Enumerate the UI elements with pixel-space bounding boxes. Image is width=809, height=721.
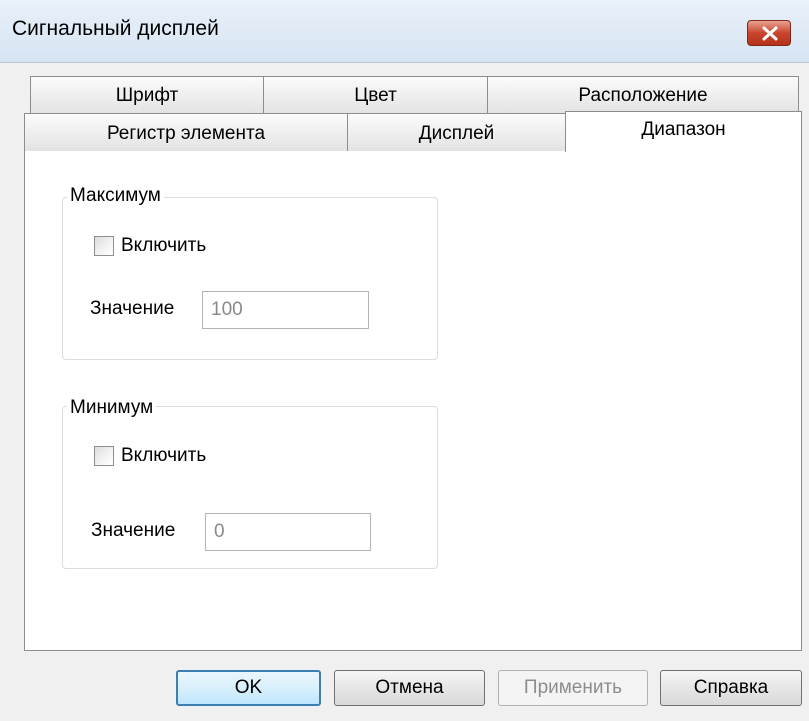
- maximum-enable-checkbox[interactable]: [94, 236, 114, 256]
- maximum-value-input[interactable]: [202, 291, 369, 329]
- minimum-value-input[interactable]: [205, 513, 371, 551]
- tab-range[interactable]: Диапазон: [565, 111, 802, 152]
- maximum-value-label: Значение: [90, 298, 175, 319]
- maximum-group-legend: Максимум: [67, 185, 164, 207]
- minimum-group-legend: Минимум: [67, 397, 157, 419]
- tab-display[interactable]: Дисплей: [347, 113, 566, 151]
- tab-element-register[interactable]: Регистр элемента: [24, 113, 348, 151]
- close-button[interactable]: [747, 20, 791, 46]
- tab-position-label: Расположение: [578, 85, 708, 106]
- ok-button[interactable]: OK: [176, 670, 321, 706]
- window-title: Сигнальный дисплей: [12, 17, 219, 40]
- tab-color[interactable]: Цвет: [263, 76, 488, 113]
- tab-element-register-label: Регистр элемента: [106, 123, 266, 144]
- title-bar: Сигнальный дисплей: [0, 0, 809, 63]
- help-button[interactable]: Справка: [660, 670, 802, 706]
- minimum-enable-checkbox[interactable]: [94, 446, 114, 466]
- cancel-button[interactable]: Отмена: [334, 670, 485, 706]
- tab-font[interactable]: Шрифт: [30, 76, 264, 113]
- minimum-enable-label: Включить: [121, 445, 207, 466]
- tab-color-label: Цвет: [354, 85, 397, 106]
- maximum-enable-label: Включить: [121, 235, 207, 256]
- minimum-value-label: Значение: [91, 520, 176, 541]
- maximum-group: [62, 197, 438, 360]
- tab-font-label: Шрифт: [115, 85, 179, 106]
- close-icon: [762, 26, 778, 41]
- tab-display-label: Дисплей: [418, 123, 495, 144]
- tab-panel-range: Максимум Включить Значение Минимум Включ…: [24, 150, 802, 651]
- tab-range-label: Диапазон: [641, 119, 726, 140]
- tab-position[interactable]: Расположение: [487, 76, 799, 113]
- apply-button[interactable]: Применить: [498, 670, 648, 706]
